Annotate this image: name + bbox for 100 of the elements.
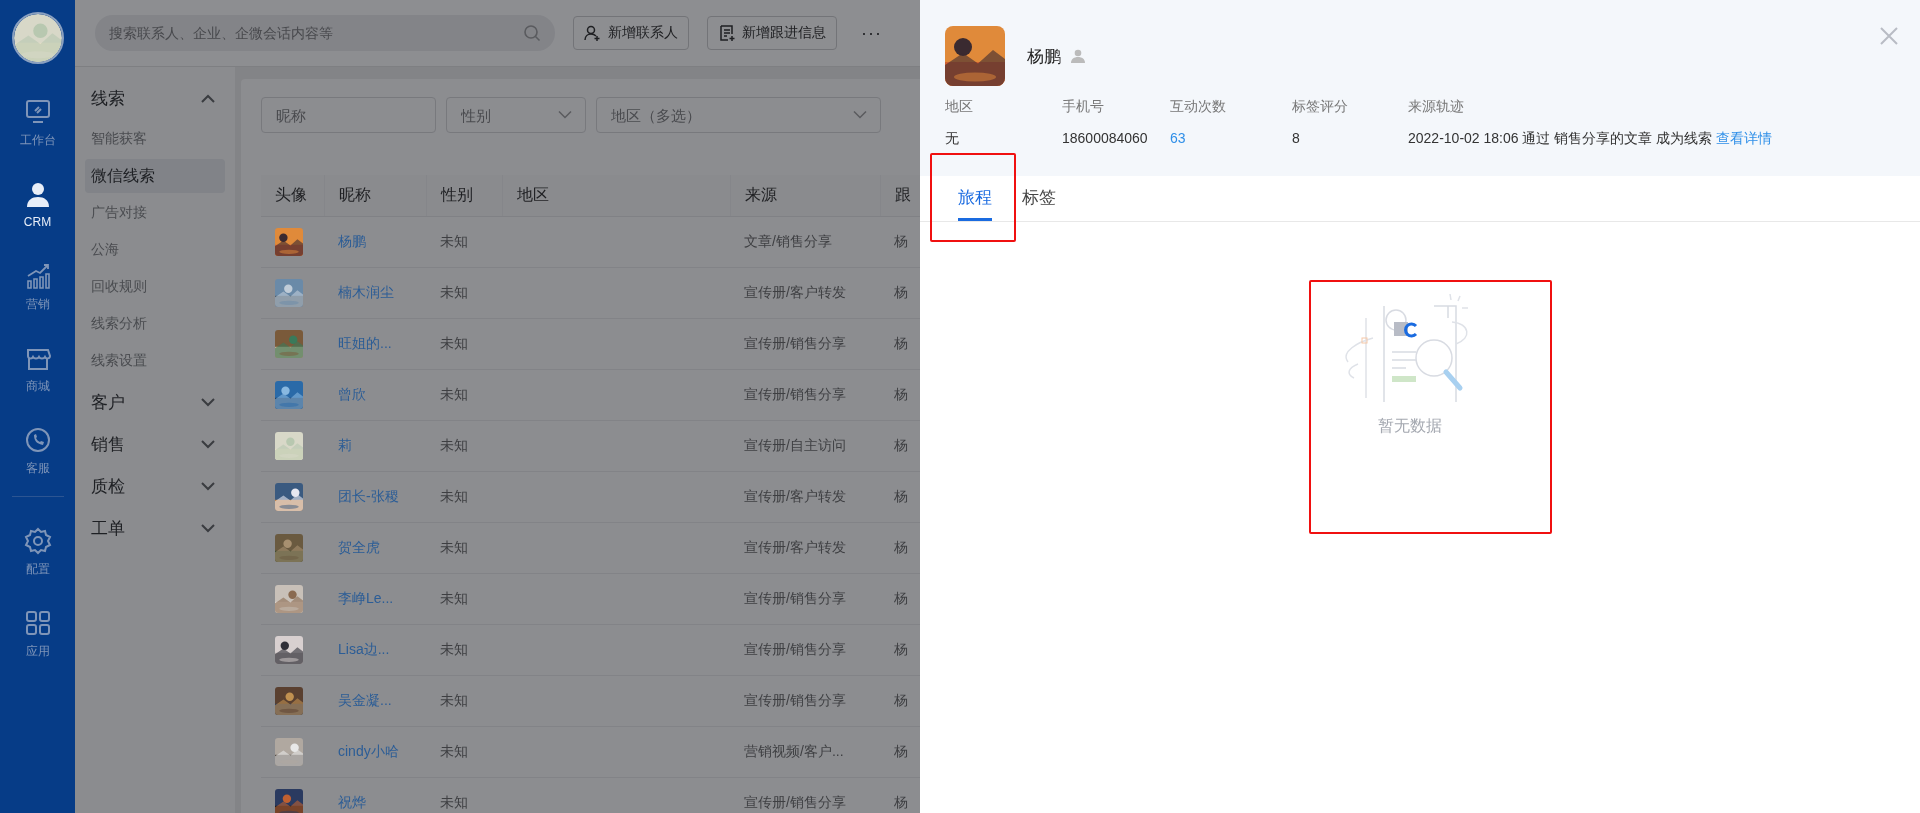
table-cell: 宣传册/销售分享 [744, 692, 846, 708]
table-cell: 未知 [440, 437, 468, 453]
table-cell: 杨 [894, 335, 908, 351]
nickname-link[interactable]: 吴金凝... [338, 692, 392, 708]
table-cell: 杨 [894, 386, 908, 402]
table-cell: 未知 [440, 743, 468, 759]
table-cell: 未知 [440, 488, 468, 504]
rail-item[interactable]: 应用 [23, 593, 52, 675]
table-cell: 杨 [894, 794, 908, 810]
input-field[interactable]: 昵称 [261, 97, 436, 133]
nickname-link[interactable]: cindy小哈 [338, 743, 399, 759]
field-value: 无 [945, 130, 960, 148]
table-cell: 营销视频/客户... [744, 743, 844, 759]
table-cell: 宣传册/客户转发 [744, 539, 846, 555]
table-cell: 未知 [440, 539, 468, 555]
table-cell: 杨 [894, 539, 908, 555]
nav-item[interactable]: 微信线索 [85, 159, 225, 193]
details-link[interactable]: 查看详情 [1716, 130, 1773, 146]
chevron-icon [201, 397, 215, 407]
table-cell: 杨 [894, 590, 908, 606]
table-cell: 未知 [440, 590, 468, 606]
chevron-icon [558, 110, 572, 120]
field-value: 2022-10-02 18:06 通过 销售分享的文章 成为线索 [1408, 130, 1713, 146]
nickname-link[interactable]: 团长-张稷 [338, 488, 399, 504]
table-cell: 杨 [894, 284, 908, 300]
table-cell: 未知 [440, 641, 468, 657]
nickname-link[interactable]: Lisa边... [338, 641, 390, 657]
table-cell: 未知 [440, 692, 468, 708]
field-value: 18600084060 [1062, 130, 1149, 146]
nav-item[interactable]: 广告对接 [85, 196, 225, 230]
nickname-link[interactable]: 莉 [338, 437, 352, 453]
add-person-icon [584, 24, 602, 42]
nickname-link[interactable]: 曾欣 [338, 386, 366, 402]
count-link[interactable]: 63 [1170, 130, 1292, 146]
table-cell: 杨 [894, 488, 908, 504]
grid-icon [23, 608, 52, 637]
field-label: 标签评分 [1292, 98, 1349, 116]
table-cell: 未知 [440, 335, 468, 351]
nickname-link[interactable]: 李峥Le... [338, 590, 394, 606]
nav-group[interactable]: 工单 [85, 507, 225, 549]
table-cell: 未知 [440, 794, 468, 810]
toolbar-button[interactable]: 新增联系人 [573, 16, 689, 50]
tab[interactable]: 旅程 [958, 176, 992, 221]
rail-item[interactable]: 配置 [23, 511, 52, 593]
select-field[interactable]: 地区（多选） [596, 97, 881, 133]
nav-group[interactable]: 线索 [85, 77, 225, 119]
nav-item[interactable]: 公海 [85, 233, 225, 267]
table-cell: 未知 [440, 386, 468, 402]
settings-icon [23, 526, 52, 555]
table-cell: 杨 [894, 437, 908, 453]
note-icon [718, 24, 736, 42]
nav-item[interactable]: 线索分析 [85, 307, 225, 341]
rail-item[interactable]: 营销 [23, 246, 52, 328]
rail-item[interactable]: 商城 [23, 328, 52, 410]
nav-group[interactable]: 销售 [85, 423, 225, 465]
nav-group[interactable]: 客户 [85, 381, 225, 423]
field-label: 来源轨迹 [1408, 98, 1465, 116]
table-cell: 宣传册/销售分享 [744, 794, 846, 810]
chevron-icon [201, 523, 215, 533]
column-header: 来源 [744, 186, 777, 203]
column-header: 地区 [516, 186, 549, 203]
table-cell: 未知 [440, 284, 468, 300]
chevron-icon [201, 93, 215, 103]
table-cell: 杨 [894, 233, 908, 249]
select-field[interactable]: 性别 [446, 97, 586, 133]
field-label: 手机号 [1062, 98, 1105, 116]
table-cell: 宣传册/客户转发 [744, 488, 846, 504]
empty-text: 暂无数据 [1378, 416, 1442, 436]
rail-item[interactable]: CRM [23, 164, 52, 246]
table-cell: 杨 [894, 641, 908, 657]
close-icon[interactable] [1880, 27, 1898, 45]
contact-name: 杨鹏 [1027, 45, 1061, 68]
table-cell: 宣传册/销售分享 [744, 386, 846, 402]
field-label: 地区 [945, 98, 974, 116]
tab[interactable]: 标签 [1022, 176, 1056, 221]
column-header: 头像 [275, 186, 307, 203]
search-field[interactable]: 搜索联系人、企业、企微会话内容等 [95, 15, 555, 51]
rail-item[interactable]: 工作台 [19, 82, 56, 164]
nav-item[interactable]: 智能获客 [85, 122, 225, 156]
toolbar-button[interactable]: 新增跟进信息 [707, 16, 837, 50]
more-button[interactable]: ··· [861, 22, 882, 44]
nickname-link[interactable]: 旺姐的... [338, 335, 392, 351]
phone-icon [23, 425, 52, 454]
nickname-link[interactable]: 祝烨 [338, 794, 366, 810]
column-header: 昵称 [338, 186, 371, 203]
nav-group[interactable]: 质检 [85, 465, 225, 507]
field-value: 8 [1292, 130, 1301, 146]
person-icon [1071, 49, 1085, 63]
table-cell: 杨 [894, 692, 908, 708]
field-label: 互动次数 [1170, 98, 1227, 116]
table-cell: 杨 [894, 743, 908, 759]
column-header: 跟 [894, 186, 911, 203]
nav-item[interactable]: 线索设置 [85, 344, 225, 378]
rail-item[interactable]: 客服 [23, 410, 52, 492]
nickname-link[interactable]: 杨鹏 [338, 233, 366, 249]
chevron-icon [201, 481, 215, 491]
nickname-link[interactable]: 楠木润尘 [338, 284, 394, 300]
monitor-icon [23, 97, 52, 126]
search-icon [523, 24, 541, 42]
nickname-link[interactable]: 贺全虎 [338, 539, 380, 555]
